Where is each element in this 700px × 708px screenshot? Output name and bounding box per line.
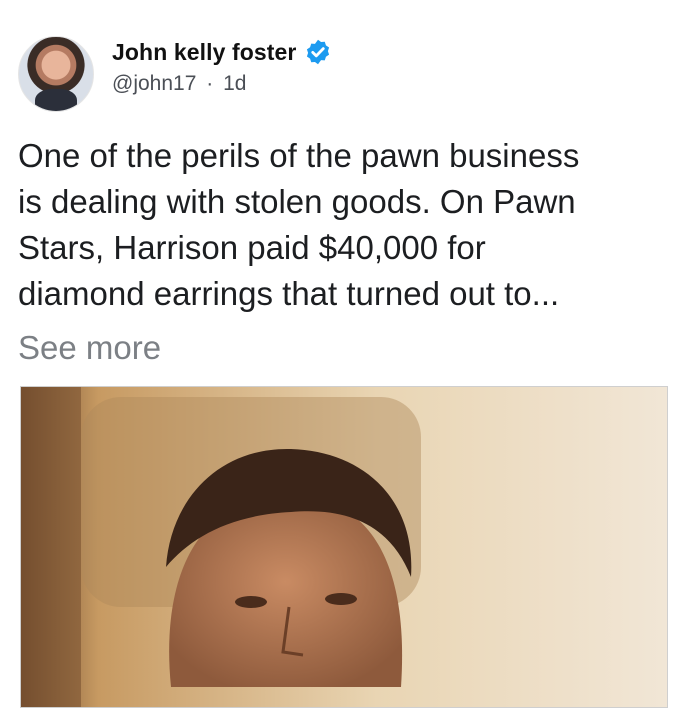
verified-badge-icon bbox=[307, 39, 330, 65]
author-meta: John kelly foster @john17 · 1d bbox=[112, 38, 332, 96]
name-row: John kelly foster bbox=[112, 38, 332, 66]
separator-dot: · bbox=[206, 72, 214, 95]
post-text: One of the perils of the pawn business i… bbox=[18, 137, 580, 312]
post-time[interactable]: 1d bbox=[223, 72, 246, 95]
see-more-link[interactable]: See more bbox=[18, 325, 161, 371]
handle-row: @john17 · 1d bbox=[112, 72, 332, 96]
post-header: John kelly foster @john17 · 1d bbox=[18, 36, 332, 112]
avatar[interactable] bbox=[18, 36, 94, 112]
post-card: John kelly foster @john17 · 1d One of th… bbox=[0, 0, 700, 708]
vintage-portrait-image bbox=[21, 387, 667, 707]
author-handle[interactable]: @john17 bbox=[112, 72, 196, 95]
author-name[interactable]: John kelly foster bbox=[112, 39, 296, 66]
post-media-image[interactable] bbox=[20, 386, 668, 708]
